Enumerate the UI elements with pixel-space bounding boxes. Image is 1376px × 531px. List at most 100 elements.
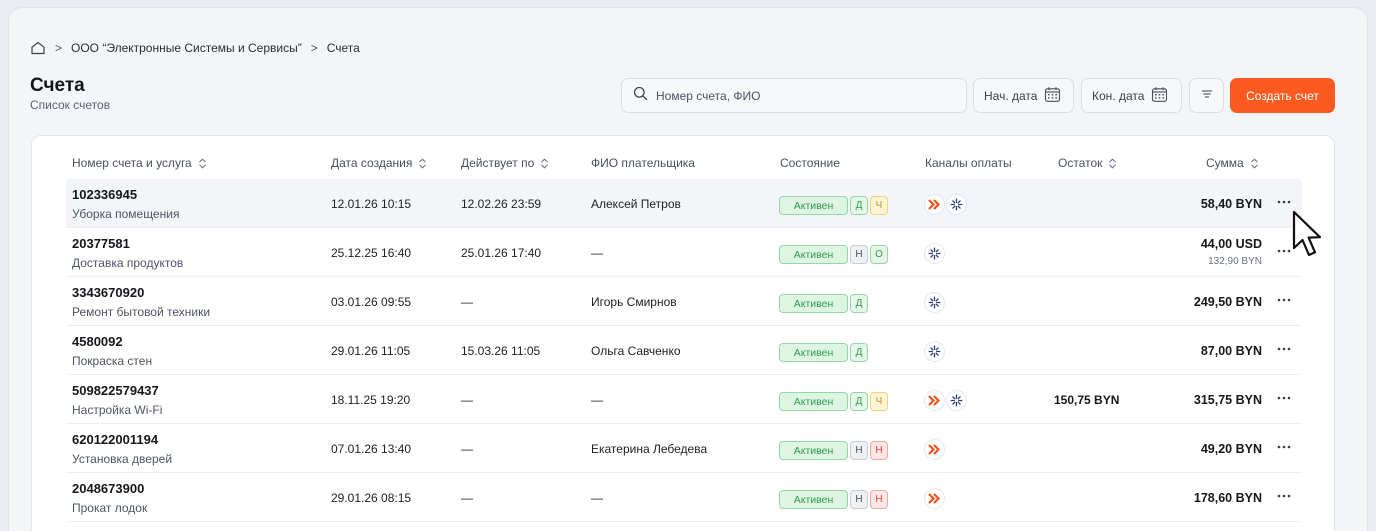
- created-date: 29.01.26 11:05: [331, 344, 411, 358]
- sum-amount: 58,40 BYN: [1200, 197, 1262, 211]
- col-created[interactable]: Дата создания: [331, 156, 427, 170]
- status-group: Активен Д Ч: [779, 392, 888, 411]
- sum-converted: 132,90 BYN: [1208, 256, 1262, 267]
- table-row[interactable]: 20377581 Доставка продуктов 25.12.25 16:…: [66, 228, 1302, 277]
- invoice-number[interactable]: 2048673900: [72, 481, 144, 496]
- col-number[interactable]: Номер счета и услуга: [72, 156, 207, 170]
- status-chip: Н: [850, 245, 868, 264]
- breadcrumb-org[interactable]: ООО “Электронные Системы и Сервисы”: [71, 41, 302, 55]
- invoice-service: Уборка помещения: [72, 207, 180, 221]
- invoice-number[interactable]: 4580092: [72, 334, 123, 349]
- status-chip: О: [870, 245, 888, 264]
- chevron-right-icon: >: [55, 41, 63, 55]
- status-badge: Активен: [779, 294, 848, 313]
- status-group: Активен Н О: [779, 245, 888, 264]
- more-icon[interactable]: [1276, 439, 1292, 455]
- created-date: 03.01.26 09:55: [331, 295, 412, 309]
- payment-channels: [924, 390, 967, 411]
- col-status-label: Состояние: [780, 156, 840, 170]
- filter-icon: [1200, 87, 1214, 105]
- created-date: 12.01.26 10:15: [331, 197, 412, 211]
- sort-icon: [1250, 157, 1259, 169]
- star-payment-icon: [924, 292, 945, 313]
- payer-name: Алексей Петров: [591, 197, 681, 211]
- date-end-button[interactable]: Кон. дата: [1081, 78, 1182, 113]
- more-icon[interactable]: [1276, 341, 1292, 357]
- invoice-service: Ремонт бытовой техники: [72, 305, 211, 319]
- table-row[interactable]: 2048673900 Прокат лодок 29.01.26 08:15 —…: [66, 473, 1302, 522]
- valid-date: 15.03.26 11:05: [461, 344, 541, 358]
- status-group: Активен Н Н: [779, 441, 888, 460]
- invoice-number[interactable]: 620122001194: [72, 432, 158, 447]
- arrow-payment-icon: [924, 439, 945, 460]
- col-sum-label: Сумма: [1206, 156, 1244, 170]
- search-box[interactable]: [621, 78, 967, 113]
- star-payment-icon: [946, 194, 967, 215]
- status-chip: Н: [870, 490, 888, 509]
- invoice-service: Прокат лодок: [72, 501, 148, 515]
- payer-name: Игорь Смирнов: [591, 295, 677, 309]
- table-row[interactable]: 4580092 Покраска стен 29.01.26 11:05 15.…: [66, 326, 1302, 375]
- invoice-number[interactable]: 102336945: [72, 187, 137, 202]
- create-invoice-button[interactable]: Создать счет: [1230, 78, 1335, 113]
- table-row[interactable]: 509822579437 Настройка Wi-Fi 18.11.25 19…: [66, 375, 1302, 424]
- status-chip: Ч: [870, 392, 888, 411]
- rest-amount: 150,75 BYN: [1054, 393, 1120, 407]
- page-title: Счета: [30, 75, 85, 96]
- invoice-number[interactable]: 509822579437: [72, 383, 159, 398]
- star-payment-icon: [924, 243, 945, 264]
- chevron-right-icon: >: [310, 41, 318, 55]
- status-chip: Н: [850, 441, 868, 460]
- search-input[interactable]: [656, 88, 946, 103]
- valid-date: —: [461, 491, 473, 505]
- status-badge: Активен: [779, 343, 848, 362]
- col-sum[interactable]: Сумма: [1206, 156, 1259, 170]
- sort-icon: [418, 157, 427, 169]
- status-chip: Д: [850, 343, 868, 362]
- payer-name: Ольга Савченко: [591, 344, 681, 358]
- status-chip: Н: [850, 490, 868, 509]
- table-row[interactable]: 3343670920 Ремонт бытовой техники 03.01.…: [66, 277, 1302, 326]
- more-icon[interactable]: [1276, 292, 1292, 308]
- col-rest[interactable]: Остаток: [1058, 156, 1117, 170]
- more-icon[interactable]: [1276, 194, 1292, 210]
- sort-icon: [540, 157, 549, 169]
- breadcrumb: > ООО “Электронные Системы и Сервисы” > …: [30, 40, 360, 56]
- payment-channels: [924, 439, 945, 460]
- sum-amount: 178,60 BYN: [1193, 491, 1262, 505]
- more-icon[interactable]: [1276, 390, 1292, 406]
- sum-amount: 87,00 BYN: [1200, 344, 1262, 358]
- payment-channels: [924, 243, 945, 264]
- payment-channels: [924, 341, 945, 362]
- arrow-payment-icon: [924, 194, 945, 215]
- invoice-service: Установка дверей: [72, 452, 173, 466]
- filter-button[interactable]: [1189, 78, 1224, 113]
- table-row[interactable]: 620122001194 Установка дверей 07.01.26 1…: [66, 424, 1302, 473]
- more-icon[interactable]: [1276, 488, 1292, 504]
- status-badge: Активен: [779, 392, 848, 411]
- status-chip: Ч: [870, 196, 888, 215]
- created-date: 29.01.26 08:15: [331, 491, 412, 505]
- table-row[interactable]: 102336945 Уборка помещения 12.01.26 10:1…: [66, 179, 1302, 228]
- col-valid[interactable]: Действует по: [461, 156, 549, 170]
- col-valid-label: Действует по: [461, 156, 535, 170]
- status-chip: Д: [850, 294, 868, 313]
- invoice-service: Покраска стен: [72, 354, 153, 368]
- status-group: Активен Д: [779, 294, 868, 313]
- home-icon[interactable]: [30, 40, 46, 56]
- date-start-button[interactable]: Нач. дата: [973, 78, 1074, 113]
- created-date: 07.01.26 13:40: [331, 442, 412, 456]
- payer-name: Екатерина Лебедева: [591, 442, 708, 456]
- valid-date: 12.02.26 23:59: [461, 197, 542, 211]
- calendar-icon: [1151, 86, 1168, 106]
- invoice-number[interactable]: 3343670920: [72, 285, 144, 300]
- invoice-number[interactable]: 20377581: [72, 236, 130, 251]
- page-subtitle: Список счетов: [30, 98, 111, 112]
- sort-icon: [1108, 157, 1117, 169]
- col-payer: ФИО плательщика: [591, 156, 695, 170]
- status-chip: Д: [850, 392, 868, 411]
- breadcrumb-current: Счета: [326, 41, 360, 55]
- payer-name: —: [591, 393, 603, 407]
- status-chip: Н: [870, 441, 888, 460]
- col-status: Состояние: [780, 156, 840, 170]
